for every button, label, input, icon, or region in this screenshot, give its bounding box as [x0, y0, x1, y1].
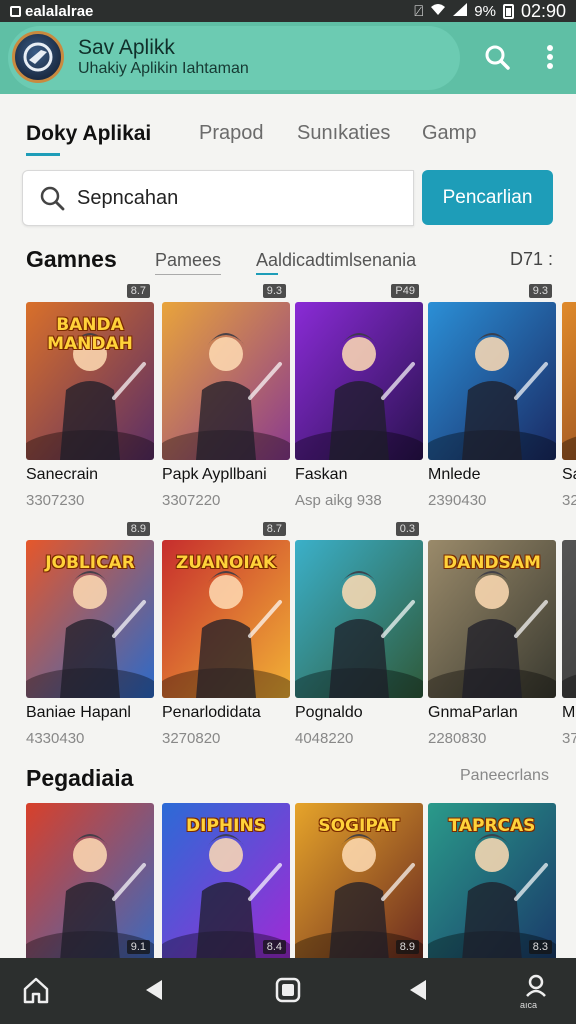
games-section-title: Gamnes [26, 246, 117, 272]
status-left-text: ealalalrae [25, 2, 94, 20]
rating-badge: 8.9 [126, 522, 150, 536]
signal-icon [453, 2, 468, 20]
game-name: M [562, 704, 576, 721]
game-card[interactable]: DIPHINS 8.4 [162, 803, 290, 958]
game-meta: 3270820 [162, 730, 221, 747]
app-subtitle: Uhakiy Aplikin Iahtaman [78, 60, 249, 77]
game-meta: 4330430 [26, 730, 85, 747]
game-name: Pognaldo [295, 704, 363, 721]
game-thumbnail [428, 302, 556, 460]
game-title-art: SOGIPAT [318, 816, 400, 836]
game-meta: 2390430 [428, 492, 487, 509]
system-nav-bar: aıca [0, 958, 576, 1024]
more-menu-icon[interactable] [538, 42, 562, 72]
game-name: Papk Aypllbani [162, 466, 267, 483]
game-title-art: BANDA MANDAH [47, 315, 133, 354]
nfc-icon: ⍁ [414, 2, 424, 20]
app-logo[interactable] [12, 31, 64, 83]
filter-pamees[interactable]: Pamees [155, 250, 221, 271]
game-thumbnail [562, 540, 576, 698]
game-meta: 37 [562, 730, 576, 747]
game-name: Penarlodidata [162, 704, 261, 721]
battery-percent: 9% [474, 2, 496, 20]
game-card[interactable]: 9.1 [26, 803, 154, 958]
tab-doky-aplikai[interactable]: Doky Aplikai [26, 122, 151, 146]
rating-badge: 9.3 [528, 284, 552, 298]
game-title-art: JOBLICAR [45, 553, 135, 573]
game-thumbnail [162, 302, 290, 460]
wifi-icon [430, 3, 446, 20]
game-name: Sanecrain [26, 466, 99, 483]
status-bar: ealalalrae ⍁ 9% 02:90 [0, 0, 576, 22]
game-meta: Asp aikg 938 [295, 492, 382, 509]
filter-underline-inactive [155, 274, 221, 275]
tab-prapod[interactable]: Prapod [199, 122, 264, 145]
search-box [22, 170, 414, 226]
rating-badge: 8.4 [262, 940, 286, 954]
rating-badge: 8.7 [262, 522, 286, 536]
game-thumbnail [562, 302, 576, 460]
game-thumbnail [295, 302, 423, 460]
rating-badge: 0.3 [395, 522, 419, 536]
game-meta: 3307220 [162, 492, 221, 509]
game-thumbnail [295, 540, 423, 698]
filter-underline-active [256, 273, 278, 275]
popular-section-title: Pegadiaia [26, 765, 134, 791]
search-field-icon [39, 185, 65, 216]
rating-badge: 9.3 [262, 284, 286, 298]
games-more-button[interactable]: D71 : [510, 249, 553, 270]
game-card[interactable]: TAPRCAS 8.3 [428, 803, 556, 958]
battery-icon [502, 3, 514, 19]
rating-badge: 8.3 [528, 940, 552, 954]
profile-label: aıca [520, 1000, 538, 1010]
game-name: Mnlede [428, 466, 481, 483]
active-tab-indicator [26, 153, 60, 156]
tab-gamp[interactable]: Gamp [422, 122, 476, 145]
game-name: GnmaParlan [428, 704, 518, 721]
recent-apps-icon[interactable] [270, 972, 306, 1008]
rating-badge: 8.9 [395, 940, 419, 954]
tab-sunikaties[interactable]: Sunıkaties [297, 122, 390, 145]
search-input[interactable] [77, 171, 407, 225]
clock: 02:90 [520, 0, 566, 21]
game-meta: 3307230 [26, 492, 85, 509]
header-pill [8, 26, 460, 90]
profile-icon[interactable] [518, 968, 554, 1004]
notification-app-icon [10, 5, 21, 17]
game-meta: 4048220 [295, 730, 354, 747]
game-name: Faskan [295, 466, 348, 483]
rating-badge: 9.1 [126, 940, 150, 954]
back-triangle-icon[interactable] [400, 972, 436, 1008]
popular-see-all-link[interactable]: Paneecrlans [460, 767, 549, 785]
game-title-art: DIPHINS [186, 816, 266, 836]
app-title: Sav Aplikk [78, 36, 175, 59]
game-thumbnail [26, 803, 154, 958]
filter-aaldicad[interactable]: Aaldicadtimlsenania [256, 250, 416, 271]
game-name: Baniae Hapanl [26, 704, 131, 721]
game-card[interactable]: SOGIPAT 8.9 [295, 803, 423, 958]
search-button[interactable]: Pencarlian [422, 170, 553, 225]
rating-badge: 8.7 [126, 284, 150, 298]
home-icon[interactable] [18, 972, 54, 1008]
game-card[interactable]: Sa 32 [562, 302, 576, 522]
rating-badge: P49 [391, 284, 419, 298]
game-meta: 32 [562, 492, 576, 509]
game-title-art: ZUANOIAK [175, 553, 277, 573]
game-title-art: DANDSAM [443, 553, 541, 573]
app-header: Sav Aplikk Uhakiy Aplikin Iahtaman [0, 22, 576, 94]
back-icon[interactable] [136, 972, 172, 1008]
game-card[interactable]: M 37 [562, 540, 576, 760]
tab-bar: Doky Aplikai Prapod Sunıkaties Gamp [0, 94, 576, 164]
search-icon[interactable] [482, 42, 512, 72]
game-meta: 2280830 [428, 730, 487, 747]
game-name: Sa [562, 466, 576, 483]
game-title-art: TAPRCAS [448, 816, 536, 836]
